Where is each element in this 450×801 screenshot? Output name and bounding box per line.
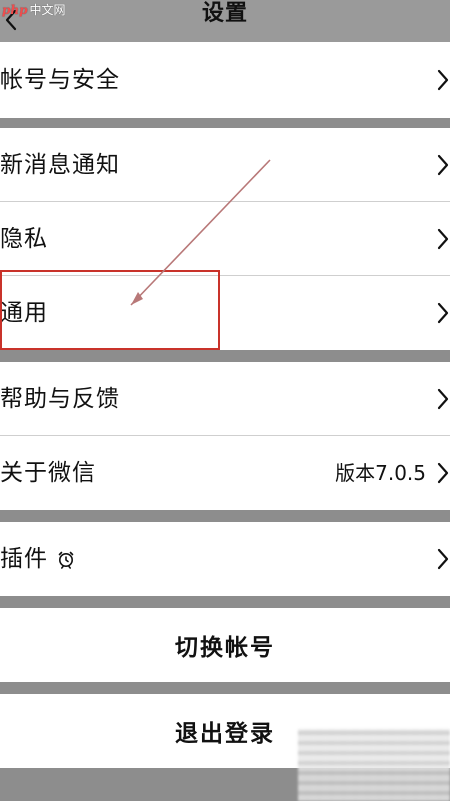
chevron-right-icon: [436, 462, 450, 484]
chevron-right-icon: [436, 388, 450, 410]
version-text: 版本7.0.5: [335, 461, 426, 485]
settings-list-section-2: 新消息通知 隐私 通用: [0, 128, 450, 350]
switch-account-button[interactable]: 切换帐号: [0, 608, 450, 682]
row-label: 新消息通知: [0, 152, 120, 178]
row-new-message-notifications[interactable]: 新消息通知: [0, 128, 450, 202]
chevron-right-icon: [436, 228, 450, 250]
row-label: 帐号与安全: [0, 67, 120, 93]
top-bar: php 中文网 设置: [0, 0, 450, 42]
watermark-pattern: [298, 729, 450, 801]
action-switch-account-section: 切换帐号: [0, 608, 450, 682]
chevron-right-icon: [436, 548, 450, 570]
row-label: 插件: [0, 546, 48, 572]
row-label: 通用: [0, 300, 48, 326]
logout-label: 退出登录: [175, 721, 275, 747]
switch-account-label: 切换帐号: [175, 635, 275, 661]
plugin-alarm-icon: [55, 548, 77, 570]
settings-list-section-3: 帮助与反馈 关于微信 版本7.0.5: [0, 362, 450, 510]
chevron-right-icon: [436, 69, 450, 91]
row-help-feedback[interactable]: 帮助与反馈: [0, 362, 450, 436]
row-privacy[interactable]: 隐私: [0, 202, 450, 276]
row-label: 关于微信: [0, 460, 96, 486]
row-label: 隐私: [0, 226, 48, 252]
row-general[interactable]: 通用: [0, 276, 450, 350]
chevron-right-icon: [436, 154, 450, 176]
settings-list: 帐号与安全: [0, 42, 450, 118]
row-about-wechat[interactable]: 关于微信 版本7.0.5: [0, 436, 450, 510]
row-label: 帮助与反馈: [0, 386, 120, 412]
row-account-security[interactable]: 帐号与安全: [0, 42, 450, 118]
settings-list-section-4: 插件: [0, 522, 450, 596]
page-title: 设置: [201, 1, 248, 26]
row-plugins[interactable]: 插件: [0, 522, 450, 596]
chevron-right-icon: [436, 302, 450, 324]
